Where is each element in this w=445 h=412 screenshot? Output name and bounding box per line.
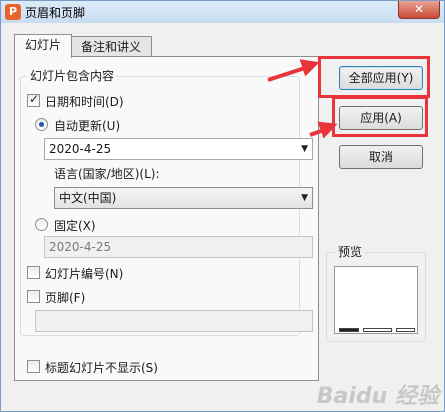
auto-update-radio[interactable] [35, 118, 48, 131]
close-icon: ✕ [413, 2, 425, 16]
auto-update-date-select[interactable]: 2020-4-25 ▼ [44, 138, 313, 160]
tab-notes-handouts[interactable]: 备注和讲义 [70, 36, 153, 58]
annotation-highlight-apply-all [318, 56, 430, 98]
preview-date-placeholder [339, 328, 359, 332]
tab-slide[interactable]: 幻灯片 [14, 34, 73, 58]
annotation-highlight-apply [332, 96, 428, 137]
language-select[interactable]: 中文(中国) ▼ [54, 187, 313, 209]
date-time-checkbox[interactable] [27, 92, 40, 107]
slide-content-group-label: 幻灯片包含内容 [28, 67, 117, 84]
language-value: 中文(中国) [59, 191, 117, 205]
baidu-watermark: Baidu 经验 [316, 384, 439, 409]
fixed-date-field[interactable]: 2020-4-25 [44, 236, 313, 258]
fixed-label: 固定(X) [54, 219, 96, 233]
preview-number-placeholder [396, 328, 415, 332]
date-time-label: 日期和时间(D) [45, 95, 124, 109]
close-button[interactable]: ✕ [398, 1, 440, 19]
footer-label: 页脚(F) [45, 291, 86, 305]
chevron-down-icon: ▼ [301, 193, 308, 203]
preview-label: 预览 [336, 243, 365, 260]
language-label: 语言(国家/地区)(L): [54, 167, 160, 181]
dont-show-title-checkbox[interactable] [27, 360, 40, 373]
dont-show-title-label: 标题幻灯片不显示(S) [45, 361, 158, 375]
wps-presentation-icon: P [5, 4, 21, 20]
fixed-radio[interactable] [35, 218, 48, 231]
slide-number-checkbox[interactable] [27, 266, 40, 279]
preview-footer-placeholder [363, 328, 392, 332]
footer-text-field[interactable] [35, 310, 313, 332]
title-bar: P 页眉和页脚 ✕ [1, 1, 444, 23]
preview-area [334, 266, 418, 334]
slide-number-label: 幻灯片编号(N) [45, 267, 124, 281]
cancel-button[interactable]: 取消 [339, 145, 423, 169]
dialog-title: 页眉和页脚 [25, 6, 86, 20]
chevron-down-icon: ▼ [301, 144, 308, 154]
footer-checkbox[interactable] [27, 290, 40, 303]
auto-update-label: 自动更新(U) [54, 119, 121, 133]
auto-update-date-value: 2020-4-25 [49, 142, 112, 156]
